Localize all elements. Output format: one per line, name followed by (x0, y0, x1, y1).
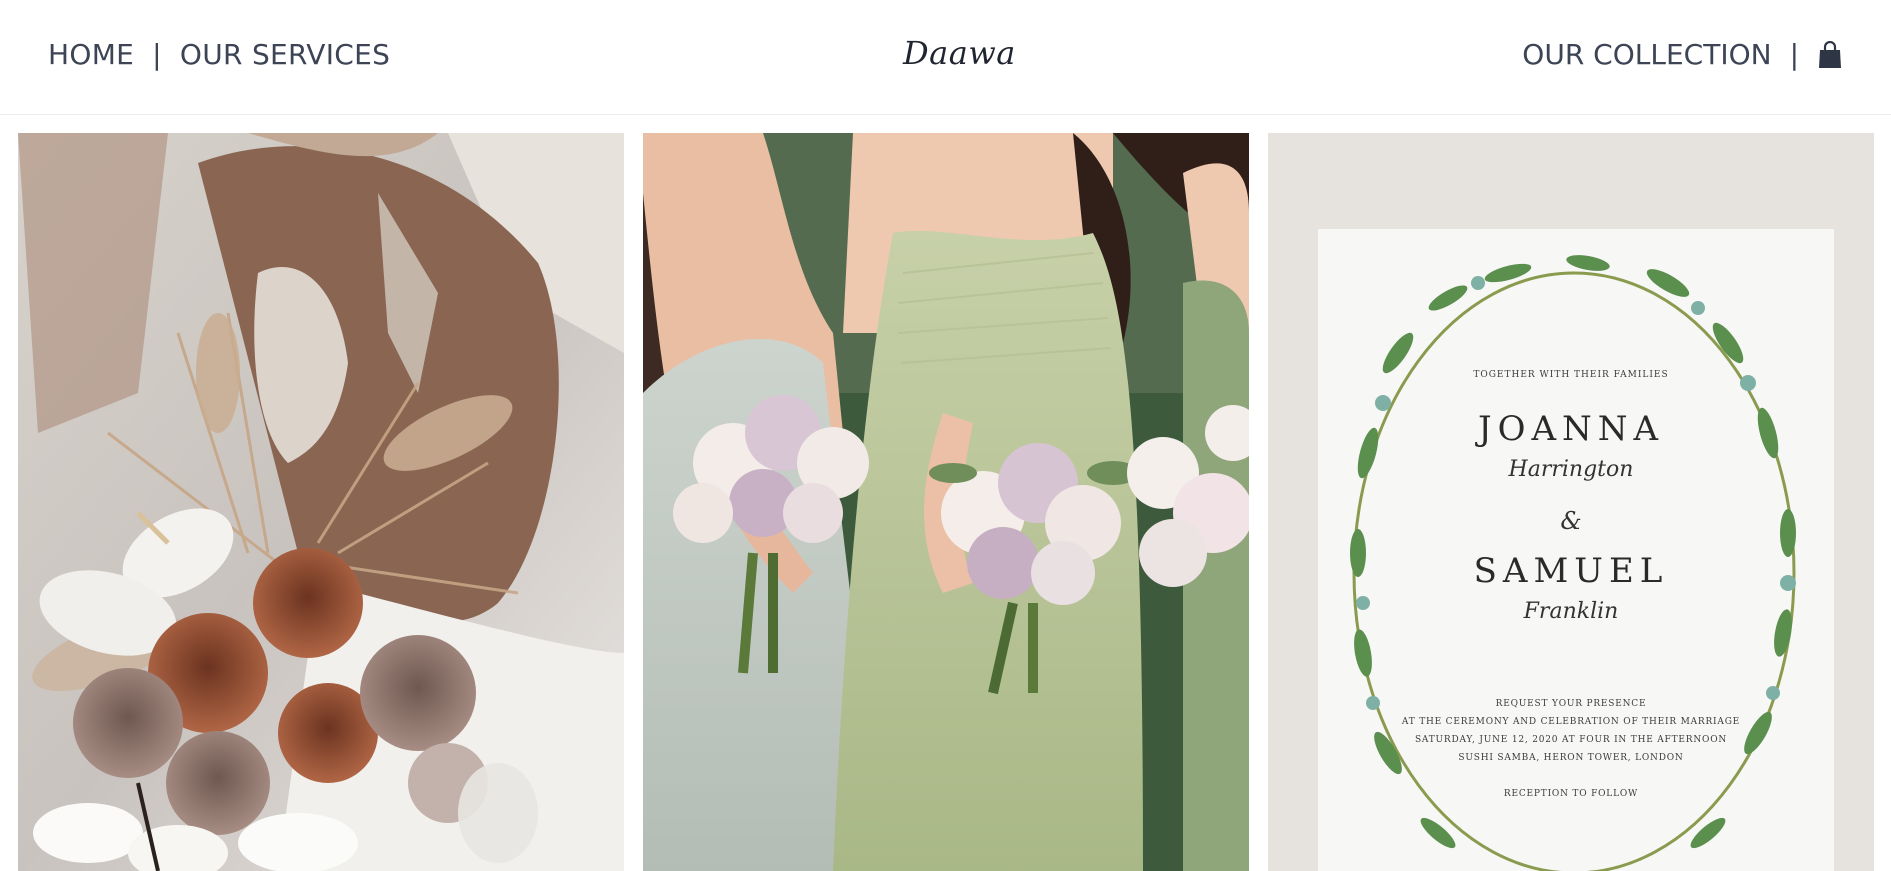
bridesmaids-image[interactable] (643, 133, 1249, 871)
brand-logo[interactable]: Daawa (903, 34, 1016, 72)
image-gallery: TOGETHER WITH THEIR FAMILIES JOANNA Harr… (18, 133, 1874, 871)
nav-divider: | (152, 38, 162, 71)
shopping-bag-icon[interactable] (1817, 40, 1843, 69)
invitation-ampersand: & (1560, 507, 1582, 535)
invitation-groom-last-name: Franklin (1523, 599, 1619, 624)
invitation-header-line: TOGETHER WITH THEIR FAMILIES (1473, 370, 1669, 380)
wedding-invitation-image[interactable]: TOGETHER WITH THEIR FAMILIES JOANNA Harr… (1268, 133, 1874, 871)
invitation-venue-line: SUSHI SAMBA, HERON TOWER, LONDON (1458, 753, 1684, 763)
invitation-bride-first-name: JOANNA (1477, 409, 1665, 449)
primary-nav: HOME | OUR SERVICES (48, 38, 390, 71)
nav-services-link[interactable]: OUR SERVICES (180, 38, 390, 71)
invitation-bride-last-name: Harrington (1508, 457, 1634, 482)
site-header: HOME | OUR SERVICES Daawa OUR COLLECTION… (0, 0, 1891, 115)
nav-collection-link[interactable]: OUR COLLECTION (1522, 38, 1771, 71)
invitation-reception-line: RECEPTION TO FOLLOW (1503, 789, 1639, 799)
invitation-groom-first-name: SAMUEL (1473, 551, 1669, 591)
secondary-nav: OUR COLLECTION | (1522, 38, 1843, 71)
invitation-ceremony-line: AT THE CEREMONY AND CELEBRATION OF THEIR… (1401, 717, 1741, 727)
nav-divider: | (1789, 38, 1799, 71)
bridal-bouquet-image[interactable] (18, 133, 624, 871)
invitation-date-line: SATURDAY, JUNE 12, 2020 AT FOUR IN THE A… (1414, 735, 1728, 745)
nav-home-link[interactable]: HOME (48, 38, 134, 71)
invitation-request-line: REQUEST YOUR PRESENCE (1495, 699, 1647, 709)
